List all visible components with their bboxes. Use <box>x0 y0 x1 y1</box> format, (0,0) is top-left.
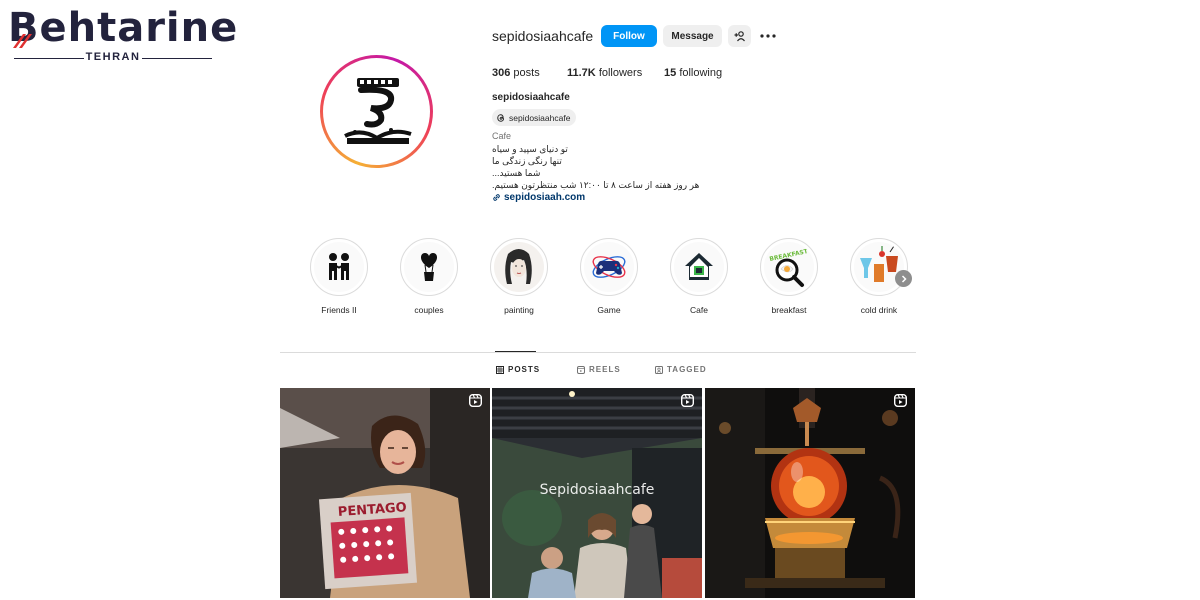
post-thumbnail[interactable]: Sepidosiaahcafe <box>492 388 702 598</box>
portrait-sketch-icon <box>505 249 532 284</box>
breakfast-icon: BREAKFAST <box>769 248 809 287</box>
following-count-value: 15 <box>664 67 677 79</box>
posts-count-value: 306 <box>492 67 511 79</box>
bio-line: تنها رنگی زندگی ما <box>492 156 562 166</box>
bio-website-link[interactable]: sepidosiaah.com <box>492 192 585 203</box>
link-icon <box>493 194 500 201</box>
brand-wordmark: Behtarine <box>8 5 239 51</box>
brand-stripes-icon <box>13 34 32 48</box>
reel-icon <box>469 394 482 407</box>
followers-count[interactable]: 11.7K followers <box>567 67 642 79</box>
tagged-icon <box>655 365 663 374</box>
following-count-label: following <box>679 67 723 79</box>
highlight-friends[interactable]: Friends II <box>309 238 369 315</box>
tab-posts[interactable]: POSTS <box>496 365 540 374</box>
following-count[interactable]: 15 following <box>664 67 722 79</box>
bio-line: هر روز هفته از ساعت ۸ تا ۱۲:۰۰ شب منتظرت… <box>492 180 700 190</box>
threads-icon <box>497 113 504 122</box>
website-url: sepidosiaah.com <box>504 192 586 203</box>
highlights-next-button[interactable] <box>895 270 912 287</box>
followers-count-value: 11.7K <box>567 67 596 79</box>
profile-username: sepidosiaahcafe <box>492 28 594 44</box>
highlight-breakfast[interactable]: BREAKFAST breakfast <box>759 238 819 315</box>
add-person-icon <box>734 31 745 42</box>
highlight-label: breakfast <box>771 305 807 315</box>
brand-logo: Behtarine TEHRAN <box>8 6 237 66</box>
highlight-label: painting <box>504 305 534 315</box>
highlight-label: Friends II <box>321 305 357 315</box>
posts-count: 306 posts <box>492 67 540 79</box>
gamepad-icon <box>592 256 626 278</box>
cafe-logo <box>327 62 426 161</box>
profile-avatar[interactable] <box>320 55 433 168</box>
highlight-label: couples <box>414 305 444 315</box>
grid-icon <box>496 365 504 374</box>
follow-button[interactable]: Follow <box>601 25 657 47</box>
cafe-crowd-photo: Sepidosiaahcafe <box>492 388 702 598</box>
tab-reels-label: REELS <box>589 365 621 374</box>
post-thumbnail[interactable] <box>705 388 915 598</box>
heart-balloon-icon <box>420 253 438 281</box>
post-thumbnail[interactable]: PENTAGO <box>280 388 490 598</box>
highlight-cafe[interactable]: Cafe <box>669 238 729 315</box>
tab-tagged-label: TAGGED <box>667 365 707 374</box>
reels-icon <box>577 365 585 374</box>
message-button[interactable]: Message <box>663 25 722 47</box>
threads-badge[interactable]: sepidosiaahcafe <box>492 109 577 126</box>
brand-subtitle: TEHRAN <box>14 51 212 65</box>
tab-posts-label: POSTS <box>508 365 541 374</box>
friends-icon <box>329 253 349 280</box>
bio-name: sepidosiaahcafe <box>492 92 570 103</box>
highlight-game[interactable]: Game <box>579 238 639 315</box>
bio-line: تو دنیای سپید و سیاه <box>492 144 568 154</box>
highlight-painting[interactable]: painting <box>489 238 549 315</box>
reel-icon <box>681 394 694 407</box>
posts-count-label: posts <box>513 67 540 79</box>
post-overlay-text: Sepidosiaahcafe <box>540 482 655 498</box>
tabs-divider <box>280 352 916 353</box>
highlight-label: Game <box>597 305 621 315</box>
highlight-couples[interactable]: couples <box>399 238 459 315</box>
brand-sub-text: TEHRAN <box>85 51 141 63</box>
more-options-icon[interactable] <box>759 30 777 42</box>
reel-icon <box>894 394 907 407</box>
woman-with-game-photo: PENTAGO <box>280 388 490 598</box>
followers-count-label: followers <box>598 67 643 79</box>
tab-tagged[interactable]: TAGGED <box>655 365 707 374</box>
suggest-user-button[interactable] <box>728 25 751 47</box>
bio-line: شما هستید... <box>492 168 541 178</box>
house-icon <box>685 253 713 280</box>
chevron-right-icon <box>901 274 907 283</box>
highlight-label: Cafe <box>690 305 708 315</box>
siphon-coffee-photo <box>705 388 915 598</box>
threads-handle: sepidosiaahcafe <box>509 112 571 123</box>
active-tab-indicator <box>495 351 536 352</box>
tab-reels[interactable]: REELS <box>577 365 621 374</box>
highlight-label: cold drink <box>860 305 898 315</box>
coffee-cup-film-icon <box>343 77 412 144</box>
bio-category: Cafe <box>492 131 512 141</box>
